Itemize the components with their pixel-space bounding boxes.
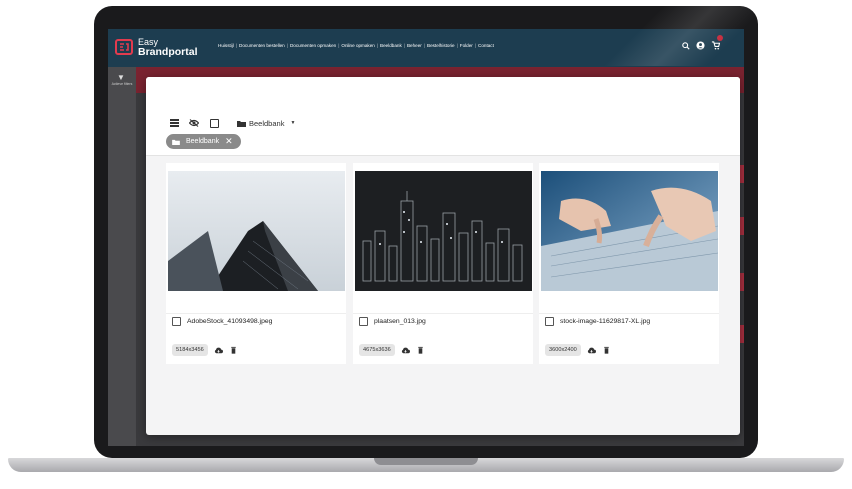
cloud-download-icon[interactable]: [214, 346, 223, 355]
folder-dropdown-label: Beeldbank: [249, 118, 285, 128]
filter-rail-label: Actieve filters: [111, 82, 133, 86]
chevron-down-icon: ▼: [290, 120, 296, 126]
nav-item-documenten-opmaken[interactable]: Documenten opmaken: [290, 43, 336, 48]
search-icon[interactable]: [682, 41, 690, 50]
cloud-download-icon[interactable]: [401, 346, 410, 355]
file-card[interactable]: AdobeStock_41093498.jpeg 5184x3456: [166, 163, 346, 364]
trash-icon[interactable]: [602, 346, 611, 355]
trash-icon[interactable]: [416, 346, 425, 355]
file-select-checkbox[interactable]: [545, 317, 554, 326]
file-select-checkbox[interactable]: [359, 317, 368, 326]
brand-logo-icon[interactable]: [115, 38, 133, 56]
modal-header: Beeldbank ▼ Beeldbank ✕: [146, 77, 740, 156]
close-icon[interactable]: ✕: [225, 137, 233, 146]
list-icon[interactable]: [169, 118, 179, 128]
nav-item-huisstijl[interactable]: Huisstijl: [218, 43, 234, 48]
folder-open-icon: [172, 139, 180, 145]
file-name-row: AdobeStock_41093498.jpeg: [172, 317, 272, 326]
app-navbar: Easy Brandportal Huisstijl | Documenten b…: [108, 29, 744, 67]
nav-item-contact[interactable]: Contact: [478, 43, 494, 48]
file-select-checkbox[interactable]: [172, 317, 181, 326]
file-meta-row: 5184x3456: [172, 344, 238, 356]
trash-icon[interactable]: [229, 346, 238, 355]
filter-icon[interactable]: ▼: [117, 73, 125, 82]
file-meta-row: 4675x3636: [359, 344, 425, 356]
file-name-row: stock-image-11629817-XL.jpg: [545, 317, 650, 326]
file-name: AdobeStock_41093498.jpeg: [187, 318, 273, 325]
main-nav: Huisstijl | Documenten bestellen | Documen…: [218, 43, 494, 48]
dimensions-badge: 3600x2400: [545, 344, 581, 356]
modal-toolbar: Beeldbank ▼: [169, 118, 295, 128]
file-name: plaatsen_013.jpg: [374, 318, 426, 325]
dimensions-badge: 5184x3456: [172, 344, 208, 356]
breadcrumb-chip-label: Beeldbank: [186, 138, 220, 145]
folder-icon: [237, 120, 246, 127]
dimensions-badge: 4675x3636: [359, 344, 395, 356]
nav-item-beeldbank[interactable]: Beeldbank: [380, 43, 402, 48]
file-name: stock-image-11629817-XL.jpg: [560, 318, 651, 325]
brand-name-line2: Brandportal: [138, 46, 198, 58]
file-meta-row: 3600x2400: [545, 344, 611, 356]
filter-rail: ▼ Actieve filters: [108, 67, 136, 446]
laptop-screen: Easy Brandportal Huisstijl | Documenten b…: [108, 29, 744, 446]
breadcrumb-chip[interactable]: Beeldbank ✕: [166, 134, 241, 149]
user-icon[interactable]: [696, 41, 705, 50]
nav-item-bestelhistorie[interactable]: Bestelhistorie: [427, 43, 455, 48]
file-thumbnail[interactable]: [168, 171, 345, 291]
cloud-download-icon[interactable]: [587, 346, 596, 355]
file-thumbnail[interactable]: [355, 171, 532, 291]
file-thumbnail[interactable]: [541, 171, 718, 291]
eye-off-icon[interactable]: [189, 118, 199, 128]
file-card[interactable]: plaatsen_013.jpg 4675x3636: [353, 163, 533, 364]
nav-item-online-opmaken[interactable]: Online opmaken: [341, 43, 374, 48]
nav-item-beheer[interactable]: Beheer: [407, 43, 422, 48]
nav-item-documenten-bestellen[interactable]: Documenten bestellen: [239, 43, 285, 48]
brand-name: Easy Brandportal: [138, 37, 198, 57]
cart-badge: [717, 35, 723, 41]
laptop-notch: [374, 458, 478, 465]
media-picker-modal: Beeldbank ▼ Beeldbank ✕ AdobeStock_41093…: [146, 77, 740, 435]
folder-dropdown[interactable]: Beeldbank ▼: [237, 119, 295, 128]
nav-icons: [682, 35, 723, 50]
cart-icon[interactable]: [711, 41, 720, 50]
file-name-row: plaatsen_013.jpg: [359, 317, 426, 326]
nav-item-folder[interactable]: Folder: [460, 43, 473, 48]
file-card[interactable]: stock-image-11629817-XL.jpg 3600x2400: [539, 163, 719, 364]
select-all-checkbox[interactable]: [209, 118, 219, 128]
